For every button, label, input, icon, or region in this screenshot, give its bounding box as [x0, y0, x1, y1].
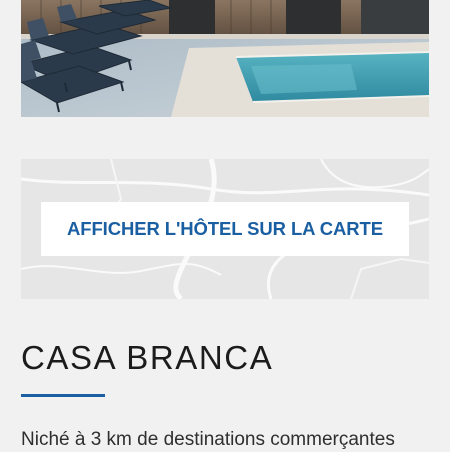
hotel-photo-illustration: [21, 0, 429, 117]
hotel-name: CASA BRANCA: [21, 339, 274, 376]
hotel-photo[interactable]: [21, 0, 429, 117]
show-hotel-on-map-button[interactable]: AFFICHER L'HÔTEL SUR LA CARTE: [41, 202, 409, 256]
hotel-description: Niché à 3 km de destinations commerçante…: [21, 429, 395, 450]
title-underline: [21, 394, 105, 397]
show-hotel-on-map-label: AFFICHER L'HÔTEL SUR LA CARTE: [67, 218, 383, 239]
